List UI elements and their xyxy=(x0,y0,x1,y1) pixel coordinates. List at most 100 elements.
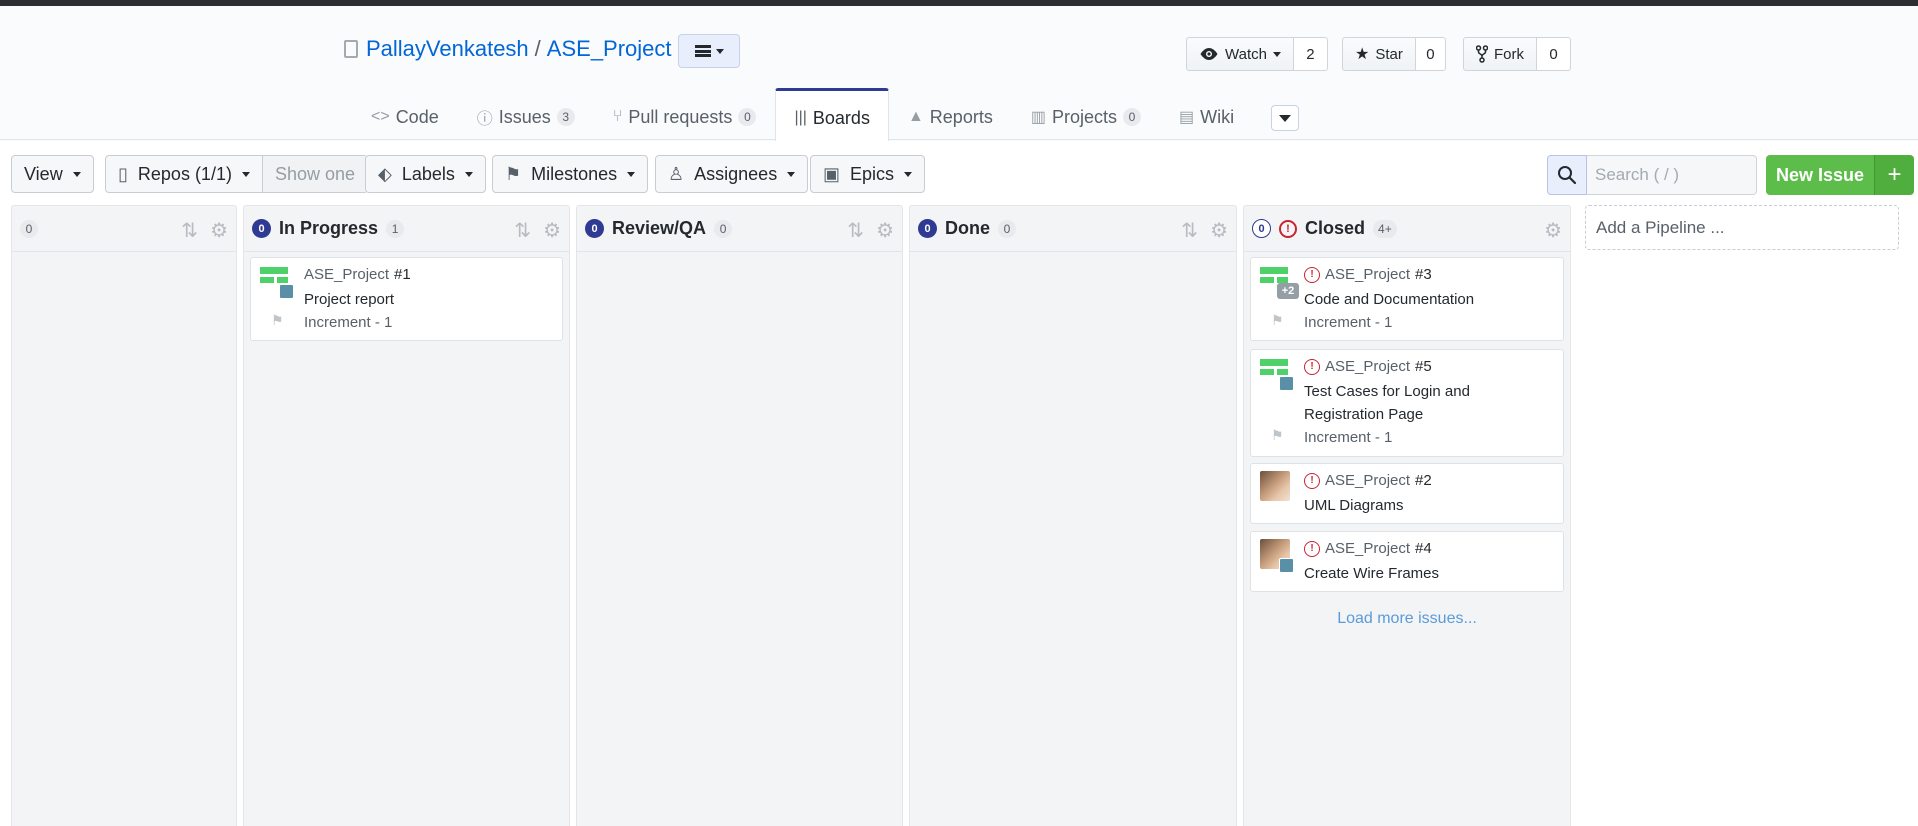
more-tabs-button[interactable] xyxy=(1271,105,1299,131)
projects-count: 0 xyxy=(1122,108,1141,126)
tab-issues-label: Issues xyxy=(498,106,551,127)
pipeline-count: 0 xyxy=(714,219,733,238)
chevron-down-icon xyxy=(72,171,81,177)
chevron-down-icon xyxy=(241,171,250,177)
labels-label: Labels xyxy=(401,163,455,184)
gear-icon[interactable]: ⚙ xyxy=(1210,218,1228,243)
issue-meta: ASE_Project #1 xyxy=(304,266,411,283)
watch-count[interactable]: 2 xyxy=(1293,37,1328,71)
gear-icon[interactable]: ⚙ xyxy=(876,218,894,243)
tag-icon: ⬖ xyxy=(378,163,392,184)
milestones-dropdown[interactable]: ⚑ Milestones xyxy=(492,155,649,193)
watch-group: Watch 2 xyxy=(1186,37,1328,71)
sort-icon[interactable]: ⇅ xyxy=(847,218,864,243)
issue-meta: ! ASE_Project #5 xyxy=(1304,358,1432,375)
epic-icon: ▣ xyxy=(823,163,841,184)
new-issue-button[interactable]: New Issue xyxy=(1766,155,1875,195)
assignee-mini-avatar xyxy=(1279,558,1294,573)
pipeline-count: 0 xyxy=(20,219,38,238)
pipeline-title: Review/QA xyxy=(612,218,707,238)
fork-button[interactable]: Fork xyxy=(1463,37,1537,71)
repos-filter: ▯ Repos (1/1) Show one xyxy=(105,155,369,193)
fork-count[interactable]: 0 xyxy=(1537,37,1571,71)
tab-code[interactable]: <> Code xyxy=(352,88,458,144)
pipeline-in-progress: 0 In Progress 1 ⇅ ⚙ ASE_Project #1 Proje… xyxy=(243,205,570,826)
assignee-avatar xyxy=(1260,471,1290,501)
star-count[interactable]: 0 xyxy=(1415,37,1446,71)
issue-card-4[interactable]: ! ASE_Project #4 Create Wire Frames xyxy=(1250,531,1564,592)
pipeline-done: 0 Done 0 ⇅ ⚙ xyxy=(909,205,1237,826)
issue-closed-icon: ! xyxy=(1304,358,1320,375)
add-pipeline-input[interactable]: Add a Pipeline ... xyxy=(1585,205,1899,250)
tab-wiki[interactable]: ▤ Wiki xyxy=(1160,88,1253,144)
new-issue-plus-button[interactable]: + xyxy=(1874,155,1915,195)
assignee-mini-avatar xyxy=(1279,376,1294,391)
pulls-count: 0 xyxy=(738,108,757,126)
tab-issues[interactable]: ⓘ Issues 3 xyxy=(458,88,594,144)
code-icon: <> xyxy=(371,108,390,125)
board-search xyxy=(1547,155,1757,195)
boards-icon: ||| xyxy=(794,109,807,126)
board-list-toggle[interactable] xyxy=(678,34,740,68)
project-icon: ▥ xyxy=(1030,109,1046,126)
epics-dropdown[interactable]: ▣ Epics xyxy=(810,155,926,193)
watch-button[interactable]: Watch xyxy=(1186,37,1294,71)
sort-icon[interactable]: ⇅ xyxy=(514,218,531,243)
load-more-issues-link[interactable]: Load more issues... xyxy=(1244,610,1570,628)
gear-icon[interactable]: ⚙ xyxy=(210,218,228,243)
issue-card-2[interactable]: ! ASE_Project #2 UML Diagrams xyxy=(1250,463,1564,524)
issue-meta: ! ASE_Project #3 xyxy=(1304,266,1432,283)
issue-card-1[interactable]: ASE_Project #1 Project report ⚑ Incremen… xyxy=(250,257,563,341)
tab-boards[interactable]: ||| Boards xyxy=(775,88,889,146)
issue-milestone: Increment - 1 xyxy=(1304,314,1393,331)
fork-icon xyxy=(1476,45,1488,63)
sort-icon[interactable]: ⇅ xyxy=(181,218,198,243)
issue-number: #2 xyxy=(1415,472,1432,489)
gear-icon[interactable]: ⚙ xyxy=(543,218,561,243)
tab-projects-label: Projects xyxy=(1051,106,1117,127)
repo-header: PallayVenkatesh / ASE_Project Watch 2 ★ … xyxy=(0,6,1918,146)
view-dropdown[interactable]: View xyxy=(11,155,94,193)
issue-milestone: Increment - 1 xyxy=(1304,429,1393,446)
tab-projects[interactable]: ▥ Projects 0 xyxy=(1012,88,1160,144)
issue-closed-icon: ! xyxy=(1304,472,1320,489)
search-button[interactable] xyxy=(1547,155,1587,195)
tab-code-label: Code xyxy=(395,106,439,127)
sort-icon[interactable]: ⇅ xyxy=(1181,218,1198,243)
issue-repo: ASE_Project xyxy=(1325,358,1411,375)
issue-closed-icon: ! xyxy=(1304,266,1320,283)
tab-pull-requests[interactable]: ⑂ Pull requests 0 xyxy=(594,88,776,144)
pipeline-estimate-badge: 0 xyxy=(585,219,604,238)
pipeline-actions: ⇅ ⚙ xyxy=(1181,218,1228,243)
show-one-button[interactable]: Show one xyxy=(261,156,368,192)
issue-number: #5 xyxy=(1415,358,1432,375)
pipeline-count: 4+ xyxy=(1373,219,1397,238)
chevron-down-icon xyxy=(715,48,724,54)
labels-dropdown[interactable]: ⬖ Labels xyxy=(365,155,486,193)
graph-icon: ▲ xyxy=(907,108,924,125)
milestones-label: Milestones xyxy=(531,163,618,184)
repos-dropdown[interactable]: ▯ Repos (1/1) xyxy=(106,156,262,192)
gear-icon[interactable]: ⚙ xyxy=(1544,218,1562,243)
pipeline-estimate-badge: 0 xyxy=(252,219,271,238)
star-button[interactable]: ★ Star xyxy=(1342,37,1416,71)
pipeline-unnamed: 0 ⇅ ⚙ xyxy=(11,205,237,826)
repo-owner-link[interactable]: PallayVenkatesh xyxy=(366,36,529,62)
issue-card-3[interactable]: +2 ! ASE_Project #3 Code and Documentati… xyxy=(1250,257,1564,341)
repo-name-link[interactable]: ASE_Project xyxy=(547,36,672,62)
search-input[interactable] xyxy=(1587,155,1757,195)
issue-repo: ASE_Project xyxy=(1325,540,1411,557)
issue-repo: ASE_Project xyxy=(304,266,390,283)
issue-repo: ASE_Project xyxy=(1325,266,1411,283)
tab-reports[interactable]: ▲ Reports xyxy=(889,88,1012,144)
issue-card-5[interactable]: ! ASE_Project #5 Test Cases for Login an… xyxy=(1250,349,1564,457)
issue-number: #1 xyxy=(394,266,411,283)
pipeline-review-qa: 0 Review/QA 0 ⇅ ⚙ xyxy=(576,205,903,826)
assignees-dropdown[interactable]: ♙ Assignees xyxy=(655,155,809,193)
issue-title: Create Wire Frames xyxy=(1304,565,1440,582)
pipeline-estimate-badge: 0 xyxy=(1252,219,1271,238)
view-label: View xyxy=(24,163,63,184)
watch-label: Watch xyxy=(1225,45,1267,63)
milestone-icon: ⚑ xyxy=(271,312,284,328)
repo-icon: ▯ xyxy=(118,163,128,184)
